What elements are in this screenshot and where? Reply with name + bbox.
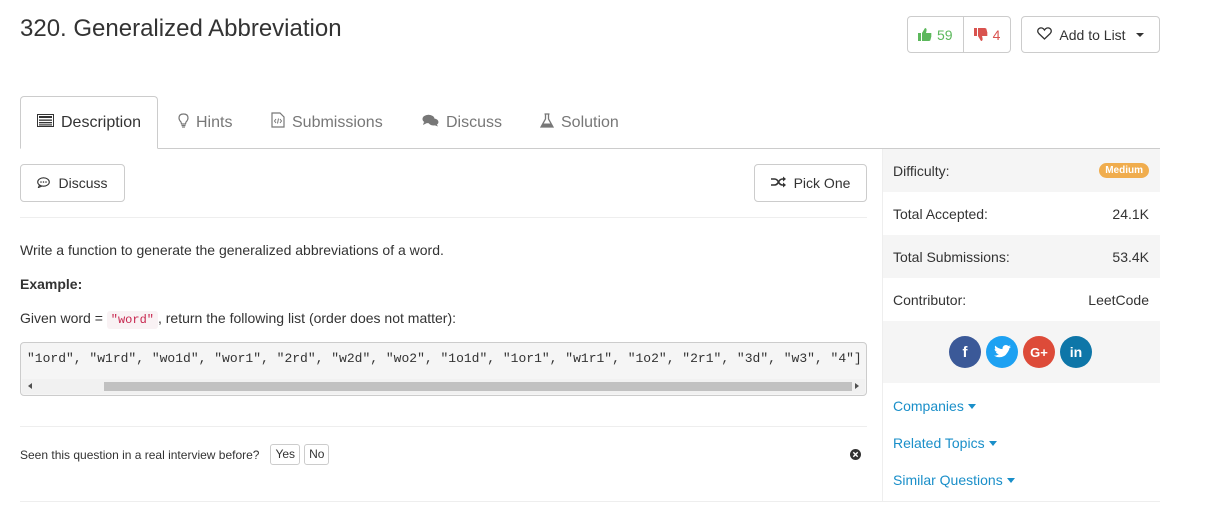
downvote-count: 4 bbox=[992, 26, 1001, 43]
page-title: 320. Generalized Abbreviation bbox=[20, 15, 342, 42]
interview-prompt: Seen this question in a real interview b… bbox=[20, 444, 330, 465]
companies-label: Companies bbox=[893, 398, 964, 414]
interview-question: Seen this question in a real interview b… bbox=[20, 447, 260, 462]
code-output: "1ord", "w1rd", "wo1d", "wor1", "2rd", "… bbox=[27, 351, 862, 366]
difficulty-row: Difficulty: Medium bbox=[883, 149, 1160, 192]
caret-down-icon bbox=[988, 440, 997, 446]
tab-solution[interactable]: Solution bbox=[539, 96, 619, 149]
pick-one-label: Pick One bbox=[793, 175, 851, 191]
accepted-label: Total Accepted: bbox=[893, 205, 988, 222]
similar-questions-label: Similar Questions bbox=[893, 472, 1003, 488]
example-heading: Example: bbox=[20, 276, 83, 292]
google-plus-icon[interactable]: G+ bbox=[1023, 336, 1055, 368]
accepted-row: Total Accepted: 24.1K bbox=[883, 192, 1160, 235]
tab-description-label: Description bbox=[60, 113, 142, 131]
comment-icon bbox=[37, 175, 51, 191]
scrollbar-thumb[interactable] bbox=[104, 382, 852, 391]
difficulty-badge: Medium bbox=[1099, 163, 1149, 178]
downvote-button[interactable]: 4 bbox=[964, 17, 1011, 52]
thumbs-down-icon bbox=[973, 28, 988, 41]
accepted-value: 24.1K bbox=[1112, 205, 1149, 222]
example-description: Given word = "word", return the followin… bbox=[20, 308, 456, 330]
related-topics-label: Related Topics bbox=[893, 435, 985, 451]
flask-icon bbox=[539, 112, 555, 133]
facebook-icon[interactable]: f bbox=[949, 336, 981, 368]
tab-discuss-label: Discuss bbox=[446, 113, 503, 131]
discuss-button-label: Discuss bbox=[58, 175, 108, 191]
lightbulb-icon bbox=[178, 112, 189, 133]
caret-down-icon bbox=[967, 403, 976, 409]
submissions-row: Total Submissions: 53.4K bbox=[883, 235, 1160, 278]
given-suffix: , return the following list (order does … bbox=[157, 310, 457, 326]
add-to-list-button[interactable]: Add to List bbox=[1021, 16, 1160, 53]
tab-solution-label: Solution bbox=[561, 113, 619, 131]
add-to-list-label: Add to List bbox=[1059, 26, 1126, 43]
tab-hints[interactable]: Hints bbox=[178, 96, 232, 149]
linkedin-icon[interactable]: in bbox=[1060, 336, 1092, 368]
given-prefix: Given word = bbox=[20, 310, 107, 326]
caret-down-icon bbox=[1006, 477, 1015, 483]
tab-hints-label: Hints bbox=[196, 113, 233, 131]
tab-discuss[interactable]: Discuss bbox=[422, 96, 502, 149]
contributor-label: Contributor: bbox=[893, 291, 967, 308]
close-icon[interactable] bbox=[850, 447, 861, 460]
similar-questions-dropdown[interactable]: Similar Questions bbox=[893, 472, 1015, 488]
code-block: "1ord", "w1rd", "wo1d", "wor1", "2rd", "… bbox=[20, 342, 867, 396]
discuss-button[interactable]: Discuss bbox=[20, 164, 125, 202]
upvote-button[interactable]: 59 bbox=[908, 17, 964, 52]
pick-one-button[interactable]: Pick One bbox=[754, 164, 867, 202]
thumbs-up-icon bbox=[918, 28, 932, 41]
code-file-icon bbox=[271, 112, 285, 133]
shuffle-icon bbox=[770, 175, 786, 191]
tab-submissions-label: Submissions bbox=[292, 113, 383, 131]
given-word: "word" bbox=[106, 311, 158, 329]
twitter-icon[interactable] bbox=[986, 336, 1018, 368]
upvote-count: 59 bbox=[937, 26, 953, 43]
divider bbox=[20, 217, 867, 218]
related-topics-dropdown[interactable]: Related Topics bbox=[893, 435, 997, 451]
description-icon bbox=[36, 113, 54, 132]
share-row bbox=[883, 321, 1160, 383]
no-button[interactable]: No bbox=[304, 444, 330, 465]
tab-submissions[interactable]: Submissions bbox=[271, 96, 383, 149]
chevron-down-icon bbox=[1135, 32, 1144, 37]
submissions-value: 53.4K bbox=[1112, 248, 1149, 265]
comments-icon bbox=[422, 114, 439, 132]
tab-description[interactable]: Description bbox=[20, 96, 158, 149]
bottom-divider bbox=[20, 501, 1160, 502]
submissions-label: Total Submissions: bbox=[893, 248, 1010, 265]
yes-button[interactable]: Yes bbox=[270, 444, 301, 465]
difficulty-label: Difficulty: bbox=[893, 162, 950, 179]
problem-intro: Write a function to generate the general… bbox=[20, 242, 444, 258]
scroll-left-arrow-icon[interactable] bbox=[28, 383, 32, 389]
divider bbox=[20, 426, 867, 427]
vote-group: 59 4 bbox=[907, 16, 1012, 53]
companies-dropdown[interactable]: Companies bbox=[893, 398, 976, 414]
contributor-value: LeetCode bbox=[1088, 291, 1149, 308]
horizontal-scrollbar[interactable] bbox=[22, 379, 865, 394]
scroll-right-arrow-icon[interactable] bbox=[855, 383, 859, 389]
contributor-row: Contributor: LeetCode bbox=[883, 278, 1160, 321]
heart-icon bbox=[1037, 26, 1053, 43]
